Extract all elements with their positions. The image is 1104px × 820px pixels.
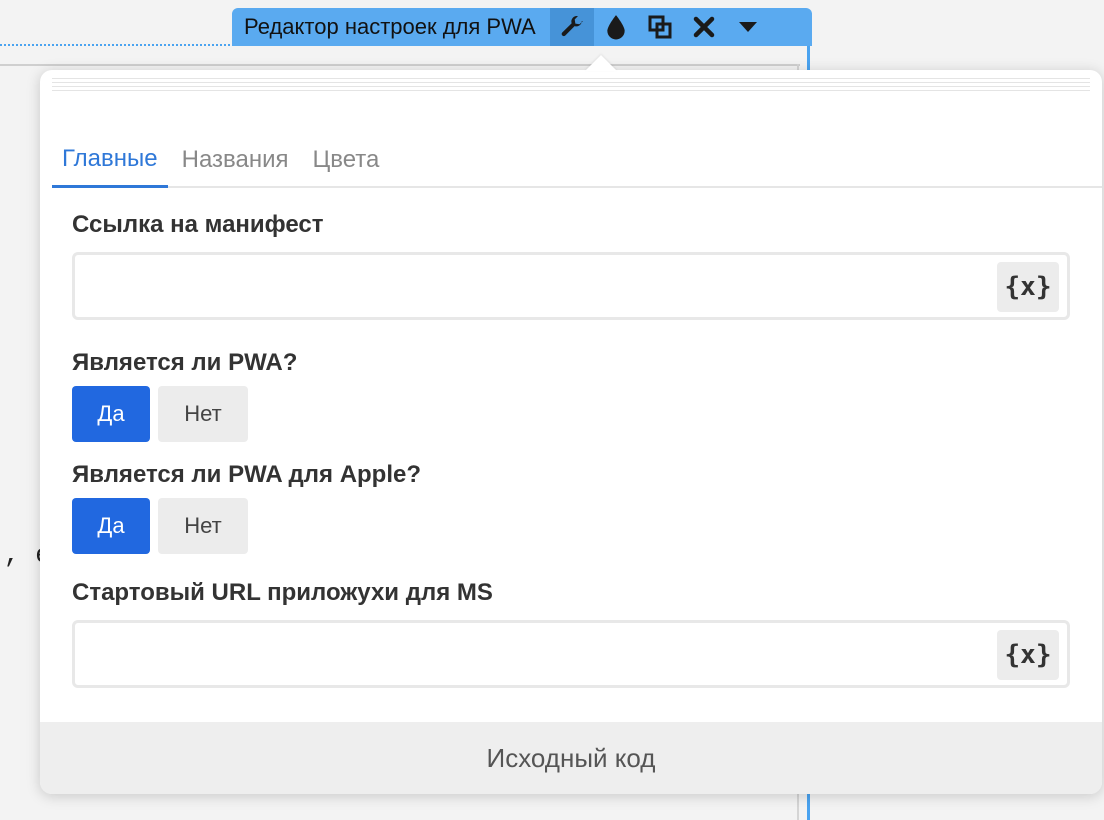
is-pwa-apple-no-button[interactable]: Нет [158, 498, 248, 554]
pwa-settings-panel: Главные Названия Цвета Ссылка на манифес… [40, 70, 1102, 794]
tab-colors[interactable]: Цвета [303, 146, 390, 186]
panel-pointer [585, 55, 617, 71]
close-icon[interactable] [682, 8, 726, 46]
manifest-link-label: Ссылка на манифест [72, 211, 324, 238]
ms-start-url-field-wrapper: {x} [72, 620, 1070, 688]
tab-names[interactable]: Названия [172, 146, 299, 186]
is-pwa-apple-label: Является ли PWA для Apple? [72, 461, 422, 488]
tab-main[interactable]: Главные [52, 145, 168, 188]
variable-button[interactable]: {x} [997, 262, 1059, 312]
element-toolbar: Редактор настроек для PWA [232, 8, 812, 46]
is-pwa-apple-yes-button[interactable]: Да [72, 498, 150, 554]
wrench-icon[interactable] [549, 8, 594, 46]
settings-form: Ссылка на манифест {x} Является ли PWA? … [72, 210, 1070, 688]
is-pwa-no-button[interactable]: Нет [158, 386, 248, 442]
toolbar-title: Редактор настроек для PWA [244, 14, 536, 39]
drop-icon[interactable] [594, 8, 638, 46]
ms-start-url-input[interactable] [75, 623, 999, 683]
manifest-link-field-wrapper: {x} [72, 252, 1070, 320]
duplicate-icon[interactable] [638, 8, 682, 46]
is-pwa-toggle: Да Нет [72, 386, 1070, 442]
variable-button[interactable]: {x} [997, 630, 1059, 680]
is-pwa-yes-button[interactable]: Да [72, 386, 150, 442]
chevron-down-icon[interactable] [726, 8, 770, 46]
source-code-button[interactable]: Исходный код [40, 722, 1102, 794]
editor-canvas-border [0, 64, 800, 66]
is-pwa-label: Является ли PWA? [72, 349, 298, 376]
drag-handle[interactable] [52, 78, 1090, 92]
ms-start-url-label: Стартовый URL приложухи для MS [72, 579, 493, 606]
manifest-link-input[interactable] [75, 255, 999, 315]
settings-tabs: Главные Названия Цвета [52, 130, 1102, 188]
is-pwa-apple-toggle: Да Нет [72, 498, 1070, 554]
